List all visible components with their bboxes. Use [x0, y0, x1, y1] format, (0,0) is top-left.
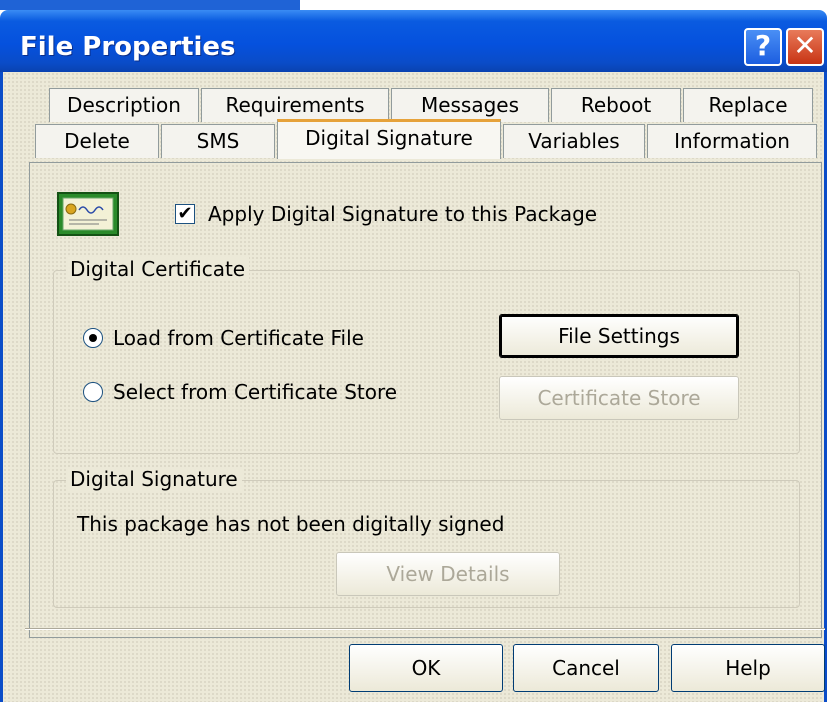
tab-sms[interactable]: SMS — [161, 124, 275, 158]
radio-dot — [89, 334, 97, 342]
signature-status-text: This package has not been digitally sign… — [77, 512, 505, 536]
help-button[interactable]: Help — [671, 644, 825, 692]
digital-certificate-group-title: Digital Certificate — [66, 257, 250, 281]
tab-reboot[interactable]: Reboot — [551, 88, 681, 122]
tab-information[interactable]: Information — [647, 124, 817, 158]
title-bar[interactable]: File Properties ? ✕ — [0, 10, 827, 72]
apply-signature-label: Apply Digital Signature to this Package — [208, 202, 598, 226]
footer-separator — [25, 628, 825, 630]
certificate-store-button[interactable]: Certificate Store — [499, 376, 739, 420]
tab-variables[interactable]: Variables — [503, 124, 645, 158]
tab-delete[interactable]: Delete — [35, 124, 159, 158]
tab-requirements[interactable]: Requirements — [201, 88, 389, 122]
file-properties-dialog: File Properties ? ✕ Description Requirem… — [0, 0, 827, 702]
help-icon[interactable]: ? — [744, 28, 782, 66]
tab-replace[interactable]: Replace — [683, 88, 813, 122]
load-from-file-label: Load from Certificate File — [113, 326, 364, 350]
load-from-file-radio[interactable] — [83, 328, 103, 348]
close-icon[interactable]: ✕ — [786, 28, 824, 66]
dialog-body: Description Requirements Messages Reboot… — [0, 72, 827, 702]
tab-digital-signature[interactable]: Digital Signature — [277, 119, 501, 159]
file-settings-button[interactable]: File Settings — [499, 314, 739, 358]
digital-certificate-group: Digital Certificate — [53, 257, 800, 454]
window-title: File Properties — [20, 32, 236, 62]
tab-messages[interactable]: Messages — [391, 88, 549, 122]
select-from-store-label: Select from Certificate Store — [113, 380, 398, 404]
apply-signature-checkbox[interactable]: ✔ — [175, 204, 195, 224]
ok-button[interactable]: OK — [349, 644, 503, 692]
background-window-strip — [0, 0, 300, 10]
certificate-icon — [57, 192, 119, 236]
view-details-button[interactable]: View Details — [336, 552, 560, 596]
select-from-store-radio[interactable] — [83, 382, 103, 402]
tab-description[interactable]: Description — [49, 88, 199, 122]
digital-signature-group-title: Digital Signature — [66, 467, 242, 491]
cancel-button[interactable]: Cancel — [513, 644, 659, 692]
